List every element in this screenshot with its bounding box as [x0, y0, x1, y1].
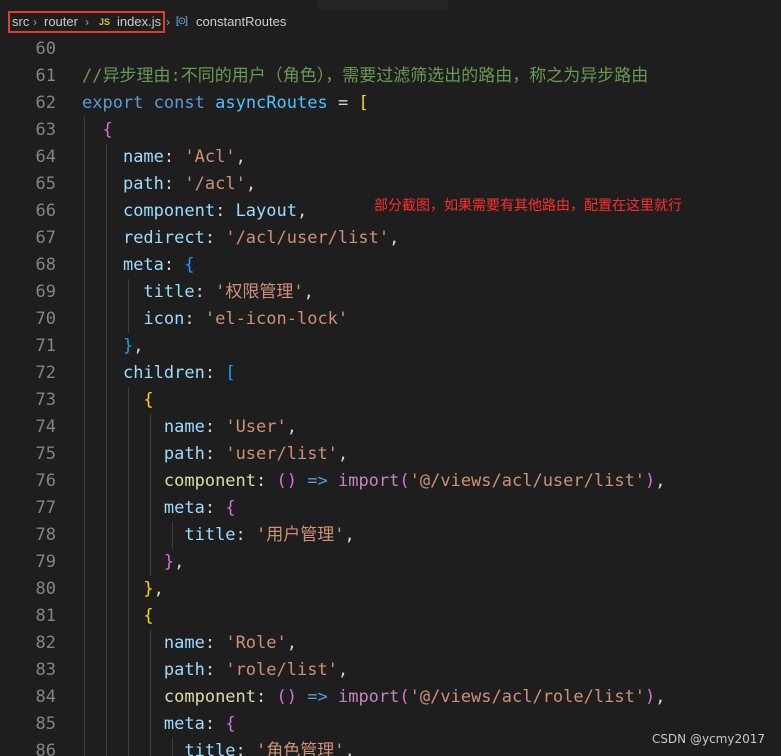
line-number: 81 [35, 606, 56, 626]
code-line: path: 'role/list', [163, 660, 349, 680]
code-line: meta: { [163, 498, 236, 518]
line-number: 77 [35, 498, 56, 518]
line-number: 64 [35, 147, 56, 167]
code-line: component: Layout, [122, 201, 308, 221]
code-line-export: export const asyncRoutes = [ [82, 93, 369, 113]
line-number: 69 [35, 282, 56, 302]
code-line: meta: { [122, 255, 195, 275]
breadcrumb: src › router › JS index.js › [⊙] constan… [0, 0, 781, 36]
async-routes-identifier: asyncRoutes [215, 93, 328, 113]
line-number: 63 [35, 120, 56, 140]
line-number: 67 [35, 228, 56, 248]
line-number: 83 [35, 660, 56, 680]
code-line: }, [143, 579, 164, 599]
javascript-file-icon: JS [99, 17, 111, 27]
code-editor-window: src › router › JS index.js › [⊙] constan… [0, 0, 781, 756]
code-line: }, [122, 336, 144, 356]
code-line: redirect: '/acl/user/list', [122, 228, 400, 248]
line-number: 82 [35, 633, 56, 653]
code-line: name: 'Acl', [122, 147, 246, 167]
line-number: 72 [35, 363, 56, 383]
line-number: 68 [35, 255, 56, 275]
code-line: title: '角色管理', [184, 741, 355, 756]
chevron-right-icon: › [85, 15, 89, 29]
line-number: 66 [35, 201, 56, 221]
line-number: 60 [35, 39, 56, 59]
tab-strip-edge [318, 0, 448, 10]
annotation-note: 部分截图，如果需要有其他路由，配置在这里就行 [374, 198, 682, 214]
comment-text: //异步理由:不同的用户（角色），需要过滤筛选出的路由，称之为异步路由 [82, 66, 649, 86]
line-number: 76 [35, 471, 56, 491]
line-number: 78 [35, 525, 56, 545]
line-number: 79 [35, 552, 56, 572]
code-line: component: () => import('@/views/acl/rol… [163, 687, 666, 707]
code-line: title: '权限管理', [143, 282, 314, 302]
line-number: 73 [35, 390, 56, 410]
code-line-comment: //异步理由:不同的用户（角色），需要过滤筛选出的路由，称之为异步路由 [82, 63, 648, 90]
code-line: { [143, 390, 154, 410]
line-number: 62 [35, 93, 56, 113]
code-line: meta: { [163, 714, 236, 734]
line-number: 71 [35, 336, 56, 356]
line-number: 61 [35, 66, 56, 86]
code-line: icon: 'el-icon-lock' [143, 309, 349, 329]
line-number: 65 [35, 174, 56, 194]
code-line: component: () => import('@/views/acl/use… [163, 471, 666, 491]
line-number: 74 [35, 417, 56, 437]
line-number: 70 [35, 309, 56, 329]
breadcrumb-router[interactable]: router [44, 14, 78, 30]
line-number: 75 [35, 444, 56, 464]
breadcrumb-file[interactable]: index.js [117, 14, 161, 30]
symbol-variable-icon: [⊙] [176, 16, 188, 27]
code-line: name: 'User', [163, 417, 297, 437]
breadcrumb-src[interactable]: src [12, 14, 29, 30]
line-number: 80 [35, 579, 56, 599]
code-line: path: '/acl', [122, 174, 257, 194]
line-number: 86 [35, 741, 56, 756]
code-line: title: '用户管理', [184, 525, 355, 545]
const-keyword: const [153, 93, 205, 113]
chevron-right-icon: › [33, 15, 37, 29]
breadcrumb-symbol[interactable]: constantRoutes [196, 14, 286, 30]
editor-area[interactable]: 60 61 62 63 64 65 66 67 68 69 70 71 72 7… [0, 36, 781, 756]
watermark: CSDN @ycmy2017 [651, 732, 765, 746]
code-line: path: 'user/list', [163, 444, 349, 464]
code-line: name: 'Role', [163, 633, 297, 653]
line-number: 84 [35, 687, 56, 707]
code-line: }, [163, 552, 185, 572]
export-keyword: export [82, 93, 144, 113]
code-line: { [143, 606, 154, 626]
chevron-right-icon: › [166, 15, 170, 29]
line-number: 85 [35, 714, 56, 734]
code-line: children: [ [122, 363, 236, 383]
code-line: { [102, 120, 113, 140]
